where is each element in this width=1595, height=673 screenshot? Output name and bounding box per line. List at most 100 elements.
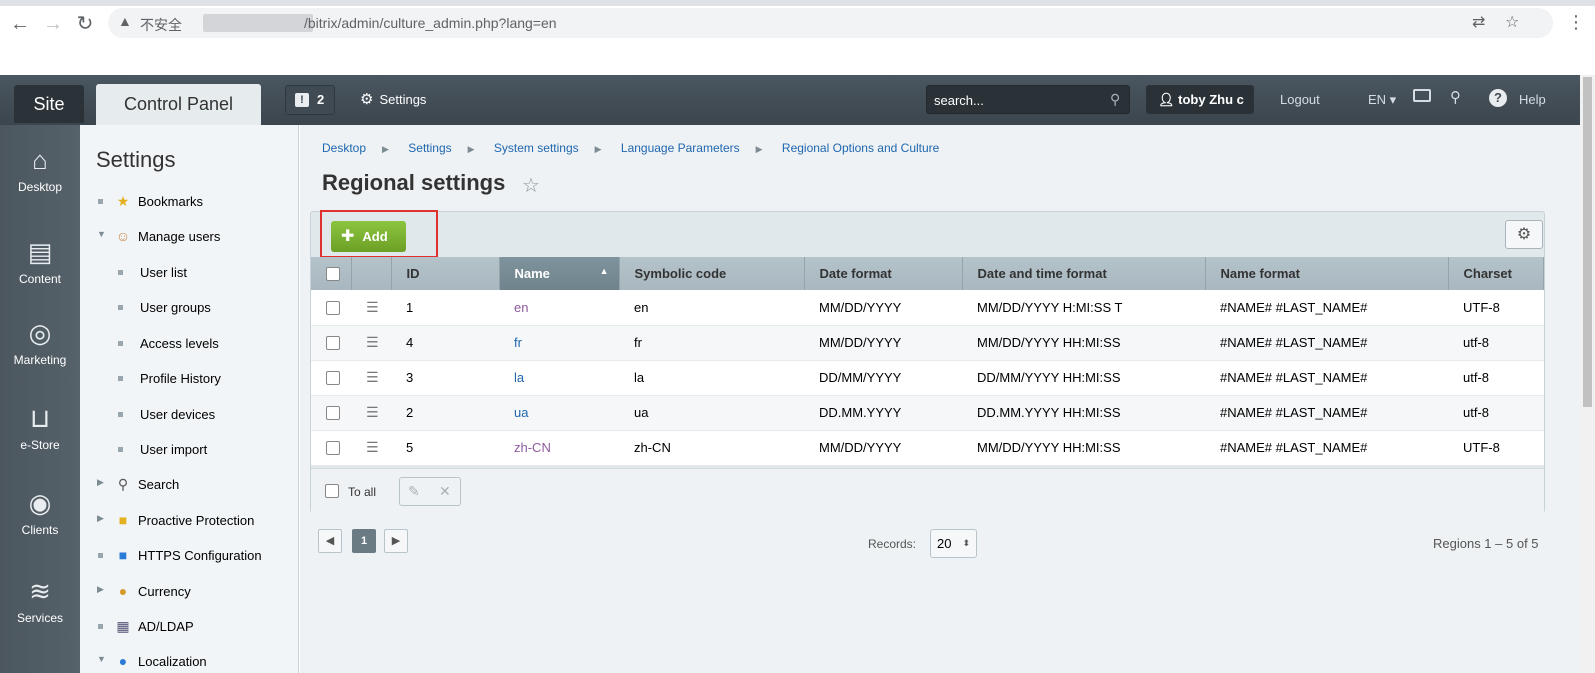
column-name-format[interactable]: Name format (1205, 257, 1449, 290)
page-1-button[interactable]: 1 (352, 529, 376, 553)
row-menu-icon[interactable]: ☰ (366, 439, 379, 455)
prev-page-button[interactable]: ◀ (318, 529, 342, 553)
breadcrumb-desktop[interactable]: Desktop (322, 141, 366, 155)
expand-right-icon[interactable]: ▶ (97, 477, 104, 488)
browser-menu-icon[interactable]: ⋮ (1567, 12, 1585, 33)
breadcrumb-regional-options[interactable]: Regional Options and Culture (782, 141, 939, 155)
menu-item-localization[interactable]: ▼ ● Localization (80, 652, 299, 672)
column-name[interactable]: Name ▲ (499, 257, 620, 290)
keyboard-icon[interactable] (1413, 89, 1431, 102)
address-bar[interactable]: ▲ 不安全 /bitrix/admin/culture_admin.php?la… (108, 8, 1553, 38)
column-date-format[interactable]: Date format (804, 257, 963, 290)
column-symbolic-code[interactable]: Symbolic code (619, 257, 805, 290)
column-charset[interactable]: Charset (1448, 257, 1544, 290)
bookmark-star-icon[interactable]: ☆ (1505, 12, 1519, 32)
menu-item-user-list[interactable]: User list (80, 263, 299, 283)
menu-item-ad-ldap[interactable]: ▦ AD/LDAP (80, 617, 299, 637)
row-menu-cell[interactable]: ☰ (351, 395, 391, 431)
table-row[interactable]: ☰ 5 zh-CN zh-CN MM/DD/YYYY MM/DD/YYYY HH… (311, 430, 1544, 466)
row-checkbox[interactable] (326, 336, 340, 351)
favorite-star-icon[interactable]: ☆ (522, 173, 540, 198)
row-menu-icon[interactable]: ☰ (366, 404, 379, 420)
table-row[interactable]: ☰ 3 la la DD/MM/YYYY DD/MM/YYYY HH:MI:SS… (311, 360, 1544, 396)
menu-item-user-import[interactable]: User import (80, 440, 299, 460)
name-link[interactable]: en (514, 300, 528, 315)
row-menu-icon[interactable]: ☰ (366, 369, 379, 385)
delete-x-icon[interactable]: ✕ (439, 483, 451, 500)
search-icon[interactable]: ⚲ (1110, 91, 1120, 108)
back-icon[interactable]: ← (8, 12, 32, 36)
module-marketing[interactable]: ◎ Marketing (0, 318, 80, 367)
settings-link[interactable]: ⚙ Settings (360, 90, 426, 108)
grid-settings-button[interactable]: ⚙ (1505, 220, 1543, 249)
row-checkbox[interactable] (326, 441, 340, 456)
module-clients[interactable]: ◉ Clients (0, 488, 80, 537)
logout-link[interactable]: Logout (1280, 92, 1320, 107)
expand-down-icon[interactable]: ▼ (97, 654, 106, 664)
pin-icon[interactable]: ⚲ (1450, 88, 1461, 106)
menu-item-search[interactable]: ▶ ⚲ Search (80, 475, 299, 495)
breadcrumb-settings[interactable]: Settings (408, 141, 451, 155)
records-per-page-select[interactable]: 20 ⬍ (930, 529, 977, 558)
row-checkbox[interactable] (326, 371, 340, 386)
menu-item-access-levels[interactable]: Access levels (80, 334, 299, 354)
name-link[interactable]: zh-CN (514, 440, 551, 455)
edit-pencil-icon[interactable]: ✎ (408, 483, 420, 500)
forward-icon[interactable]: → (41, 12, 65, 36)
name-link[interactable]: la (514, 370, 524, 385)
row-checkbox-cell[interactable] (311, 395, 351, 431)
menu-item-currency[interactable]: ▶ ● Currency (80, 582, 299, 602)
select-all-header[interactable] (311, 257, 352, 290)
row-menu-cell[interactable]: ☰ (351, 290, 391, 326)
select-all-checkbox[interactable] (326, 267, 340, 282)
scrollbar-thumb[interactable] (1583, 77, 1592, 407)
name-link[interactable]: ua (514, 405, 528, 420)
next-page-button[interactable]: ▶ (384, 529, 408, 553)
menu-item-proactive-protection[interactable]: ▶ ■ Proactive Protection (80, 511, 299, 531)
row-checkbox-cell[interactable] (311, 430, 351, 466)
row-menu-cell[interactable]: ☰ (351, 360, 391, 396)
column-datetime-format[interactable]: Date and time format (962, 257, 1206, 290)
module-services[interactable]: ≋ Services (0, 576, 80, 625)
row-menu-icon[interactable]: ☰ (366, 299, 379, 315)
page-scrollbar[interactable] (1580, 75, 1595, 673)
to-all-checkbox[interactable] (325, 484, 339, 498)
module-estore[interactable]: ⊔ e-Store (0, 403, 80, 452)
menu-item-user-devices[interactable]: User devices (80, 405, 299, 425)
row-checkbox-cell[interactable] (311, 325, 351, 361)
add-button[interactable]: ✚ Add (331, 221, 406, 252)
tab-control-panel[interactable]: Control Panel (96, 84, 261, 125)
row-checkbox[interactable] (326, 406, 340, 421)
expand-down-icon[interactable]: ▼ (97, 229, 106, 239)
table-row[interactable]: ☰ 1 en en MM/DD/YYYY MM/DD/YYYY H:MI:SS … (311, 290, 1544, 326)
row-menu-cell[interactable]: ☰ (351, 325, 391, 361)
expand-right-icon[interactable]: ▶ (97, 584, 104, 595)
menu-item-profile-history[interactable]: Profile History (80, 369, 299, 389)
column-id[interactable]: ID (391, 257, 500, 290)
menu-item-https-configuration[interactable]: ■ HTTPS Configuration (80, 546, 299, 566)
tab-site[interactable]: Site (14, 85, 84, 123)
row-checkbox[interactable] (326, 301, 340, 316)
user-button[interactable]: 👤︎ toby Zhu c (1146, 85, 1254, 114)
module-desktop[interactable]: ⌂ Desktop (0, 145, 80, 194)
breadcrumb-language-parameters[interactable]: Language Parameters (621, 141, 740, 155)
row-checkbox-cell[interactable] (311, 290, 351, 326)
breadcrumb-system-settings[interactable]: System settings (494, 141, 579, 155)
row-menu-cell[interactable]: ☰ (351, 430, 391, 466)
translate-icon[interactable]: ⇄ (1472, 12, 1485, 32)
menu-item-manage-users[interactable]: ▼ ☺ Manage users (80, 227, 299, 247)
help-link[interactable]: Help (1519, 92, 1546, 107)
table-row[interactable]: ☰ 2 ua ua DD.MM.YYYY DD.MM.YYYY HH:MI:SS… (311, 395, 1544, 431)
row-menu-icon[interactable]: ☰ (366, 334, 379, 350)
expand-right-icon[interactable]: ▶ (97, 513, 104, 524)
module-content[interactable]: ▤ Content (0, 237, 80, 286)
menu-item-user-groups[interactable]: User groups (80, 298, 299, 318)
menu-item-bookmarks[interactable]: ★ Bookmarks (80, 192, 299, 212)
name-link[interactable]: fr (514, 335, 522, 350)
language-switcher[interactable]: EN ▾ (1368, 92, 1396, 108)
table-row[interactable]: ☰ 4 fr fr MM/DD/YYYY MM/DD/YYYY HH:MI:SS… (311, 325, 1544, 361)
search-input[interactable]: search... ⚲ (926, 85, 1130, 114)
row-checkbox-cell[interactable] (311, 360, 351, 396)
help-icon[interactable]: ? (1489, 89, 1507, 107)
reload-icon[interactable]: ↻ (73, 12, 97, 36)
